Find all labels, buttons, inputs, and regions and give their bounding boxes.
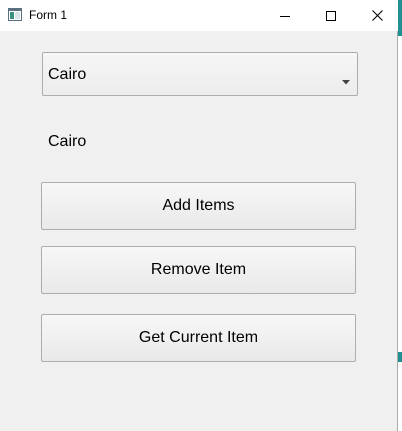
add-items-button[interactable]: Add Items bbox=[41, 182, 356, 230]
accent-strip bbox=[398, 352, 402, 362]
get-current-item-button[interactable]: Get Current Item bbox=[41, 314, 356, 362]
accent-strip bbox=[398, 0, 402, 36]
combobox-selected-value: Cairo bbox=[48, 66, 87, 83]
maximize-icon bbox=[326, 10, 336, 21]
minimize-icon bbox=[280, 11, 290, 21]
close-icon bbox=[371, 10, 383, 21]
close-button[interactable] bbox=[354, 0, 400, 31]
title-bar[interactable]: Form 1 bbox=[0, 0, 398, 31]
remove-item-button[interactable]: Remove Item bbox=[41, 246, 356, 294]
minimize-button[interactable] bbox=[262, 0, 308, 31]
chevron-down-icon[interactable] bbox=[342, 72, 350, 90]
form-window: Form 1 Cairo Cairo Add Items Remove Item… bbox=[0, 0, 398, 431]
current-item-label: Cairo bbox=[48, 133, 87, 150]
form-window-icon bbox=[8, 8, 22, 21]
city-combobox[interactable]: Cairo bbox=[42, 52, 358, 96]
window-title: Form 1 bbox=[29, 8, 68, 22]
maximize-button[interactable] bbox=[308, 0, 354, 31]
background-window-edge bbox=[398, 0, 402, 431]
